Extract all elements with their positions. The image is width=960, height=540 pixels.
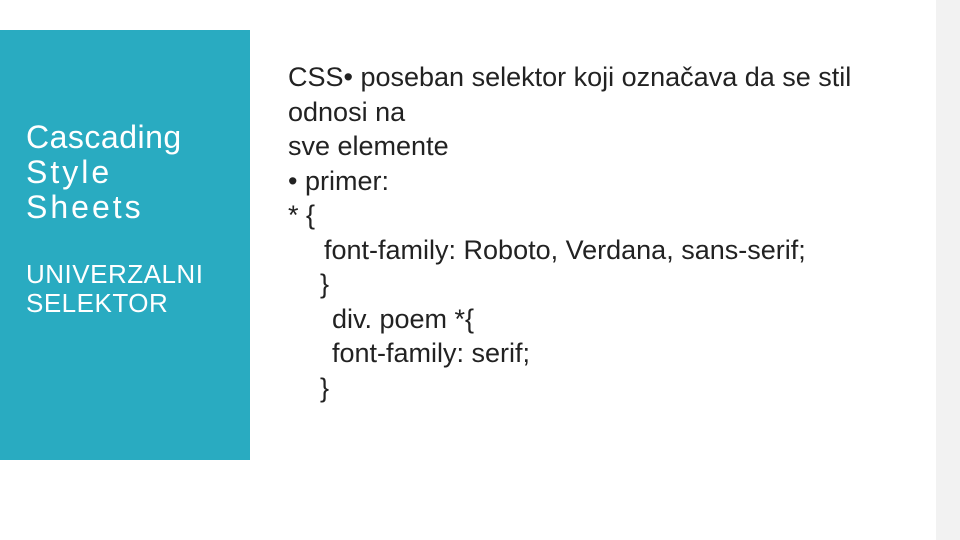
title-line-1: Cascading bbox=[26, 120, 224, 155]
body-line: * { bbox=[288, 200, 315, 230]
body-content: CSS• poseban selektor koji označava da s… bbox=[288, 60, 920, 405]
slide: Cascading Style Sheets UNIVERZALNI SELEK… bbox=[0, 0, 960, 540]
body-line: sve elemente bbox=[288, 131, 449, 161]
body-line: CSS• poseban selektor koji označava da s… bbox=[288, 62, 851, 92]
body-line: • primer: bbox=[288, 166, 389, 196]
body-line-indented: font-family: serif; bbox=[288, 336, 920, 371]
title-line-2: Style Sheets bbox=[26, 155, 224, 225]
title-panel: Cascading Style Sheets UNIVERZALNI SELEK… bbox=[0, 30, 250, 460]
body-line-indented: } bbox=[288, 267, 920, 302]
body-line-indented: div. poem *{ bbox=[288, 302, 920, 337]
body-line-indented: } bbox=[288, 371, 920, 406]
slide-subtitle: UNIVERZALNI SELEKTOR bbox=[26, 260, 224, 320]
slide-title: Cascading Style Sheets bbox=[26, 120, 224, 226]
body-line-indented: font-family: Roboto, Verdana, sans-serif… bbox=[288, 233, 920, 268]
body-line: odnosi na bbox=[288, 97, 405, 127]
right-accent-strip bbox=[936, 0, 960, 540]
